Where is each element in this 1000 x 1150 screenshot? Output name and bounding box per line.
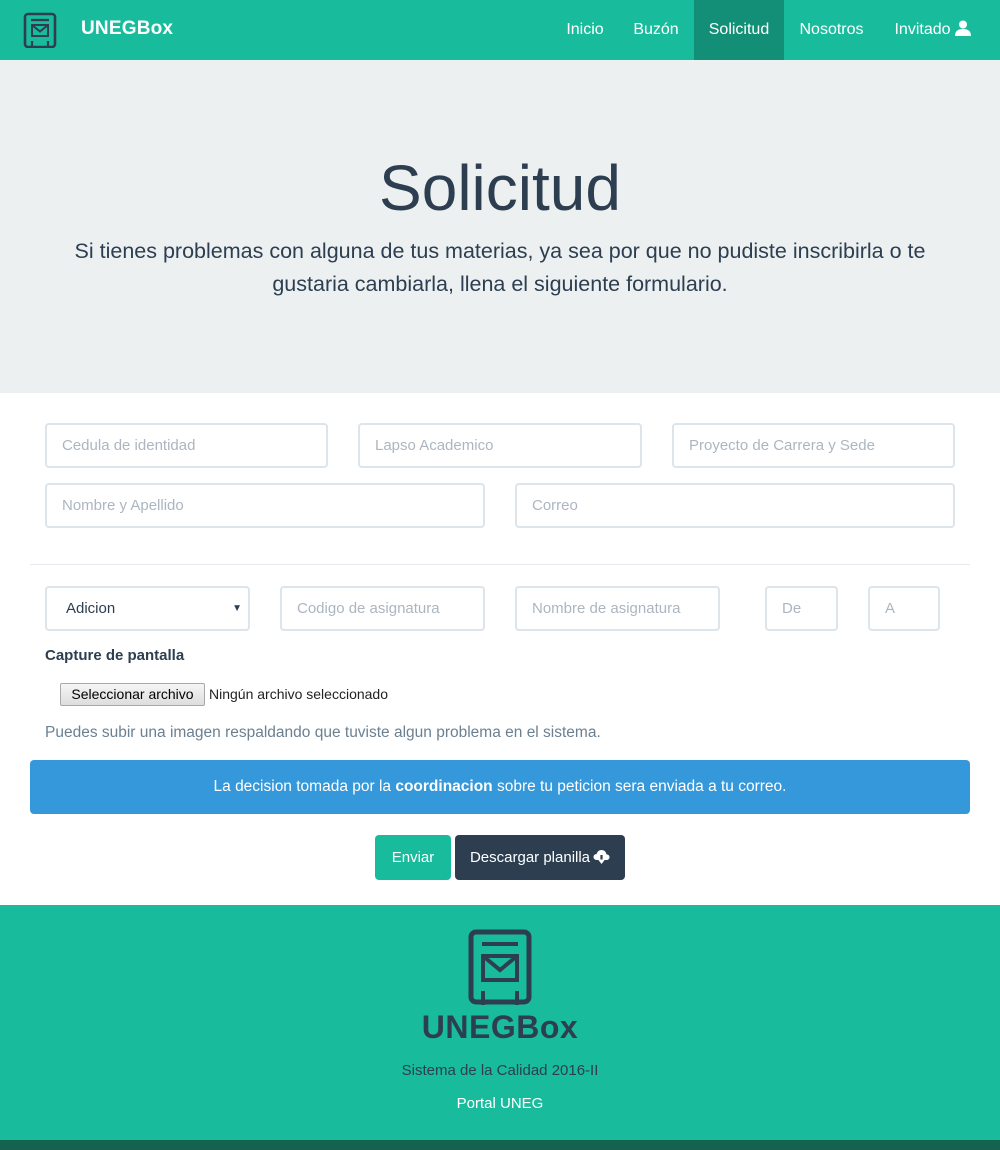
brand-name[interactable]: UNEGBox (81, 18, 173, 40)
proyecto-carrera-input[interactable] (672, 423, 955, 468)
footer-brand: UNEGBox (421, 1009, 579, 1045)
nav-item-nosotros[interactable]: Nosotros (788, 0, 875, 60)
alert-text-before: La decision tomada por la (213, 778, 396, 795)
info-alert: La decision tomada por la coordinacion s… (30, 760, 970, 814)
footer: UNEGBox Sistema de la Calidad 2016-II Po… (0, 905, 1000, 1140)
portal-uneg-link[interactable]: Portal UNEG (0, 1095, 1000, 1112)
descargar-planilla-label: Descargar planilla (469, 849, 591, 866)
mailbox-logo-icon (468, 929, 532, 1005)
tipo-solicitud-select[interactable]: Adicion ▼ (45, 586, 250, 631)
footer-bottom-bar (0, 1140, 1000, 1150)
form-divider (30, 564, 970, 565)
nav-item-buzon[interactable]: Buzón (622, 0, 690, 60)
tipo-solicitud-value: Adicion (66, 600, 116, 617)
seccion-a-input[interactable] (868, 586, 940, 631)
file-status-text: Ningún archivo seleccionado (209, 686, 388, 702)
hero-section: Solicitud Si tienes problemas con alguna… (0, 60, 1000, 393)
cloud-download-icon (593, 850, 610, 864)
footer-subtitle: Sistema de la Calidad 2016-II (401, 1062, 599, 1079)
alert-text-after: sobre tu peticion sera enviada a tu corr… (492, 778, 787, 795)
lapso-academico-input[interactable] (358, 423, 642, 468)
nav-item-invitado[interactable]: Invitado (880, 0, 985, 60)
nombre-apellido-input[interactable] (45, 483, 485, 528)
seccion-de-input[interactable] (765, 586, 838, 631)
user-icon (954, 20, 971, 36)
mailbox-logo-icon[interactable] (22, 12, 58, 48)
caret-down-icon: ▼ (232, 603, 242, 614)
codigo-asignatura-input[interactable] (280, 586, 485, 631)
enviar-button[interactable]: Enviar (375, 835, 451, 880)
page-title: Solicitud (379, 152, 621, 224)
capture-label: Capture de pantalla (45, 647, 185, 664)
file-select-button[interactable]: Seleccionar archivo (60, 683, 205, 706)
nav-item-solicitud[interactable]: Solicitud (694, 0, 784, 60)
correo-input[interactable] (515, 483, 955, 528)
cedula-input[interactable] (45, 423, 328, 468)
nombre-asignatura-input[interactable] (515, 586, 720, 631)
descargar-planilla-button[interactable]: Descargar planilla (455, 835, 625, 880)
nav-item-invitado-label: Invitado (894, 21, 951, 38)
upload-help-text: Puedes subir una imagen respaldando que … (45, 724, 601, 741)
navbar: UNEGBox Inicio Buzón Solicitud Nosotros … (0, 0, 1000, 60)
hero-description: Si tienes problemas con alguna de tus ma… (74, 239, 926, 296)
nav-item-inicio[interactable]: Inicio (555, 0, 615, 60)
alert-text-strong: coordinacion (395, 778, 493, 795)
